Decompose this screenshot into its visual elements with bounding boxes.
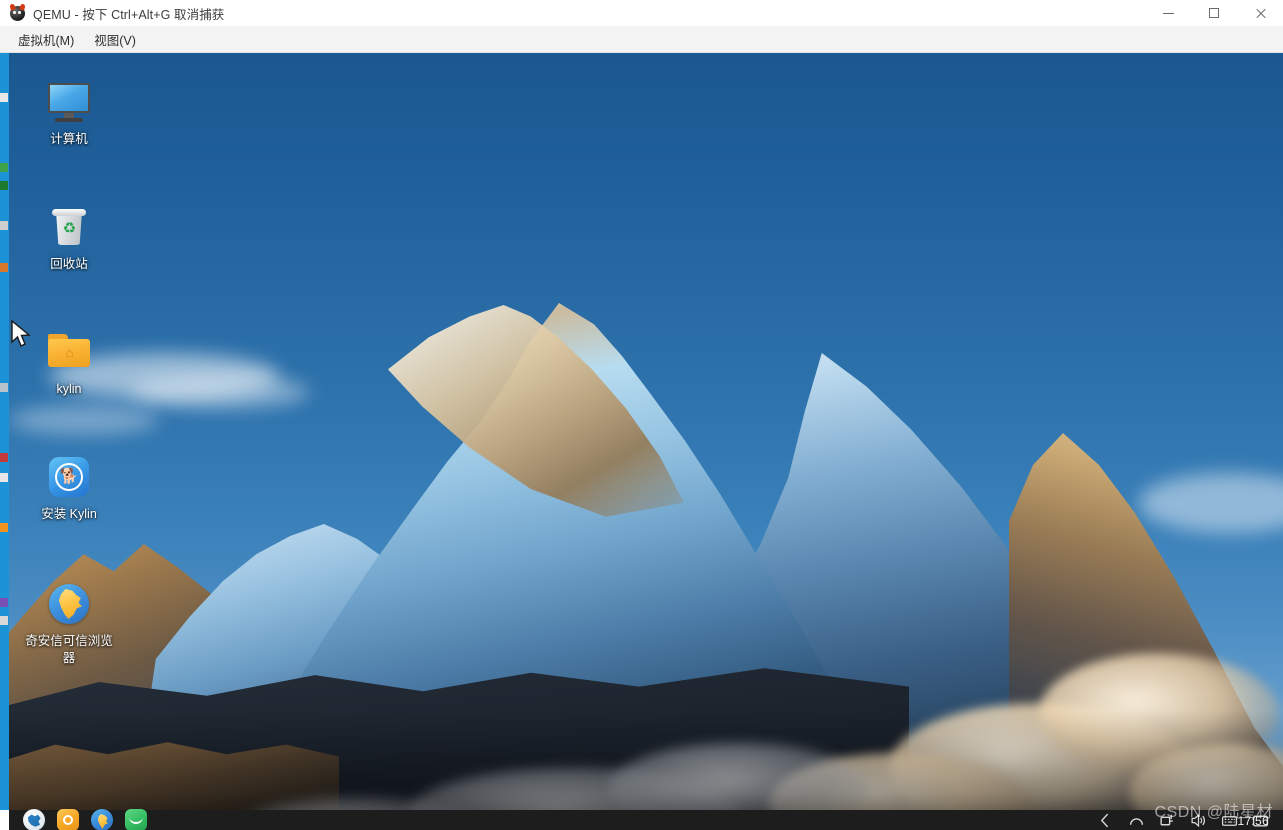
recycle-bin-icon: ♻ bbox=[45, 203, 93, 251]
taskbar-app-globe-browser[interactable] bbox=[23, 809, 45, 830]
guest-taskbar: 17:56 bbox=[9, 809, 1283, 830]
minimize-icon bbox=[1162, 12, 1174, 14]
desktop-wallpaper bbox=[9, 53, 1283, 830]
close-icon bbox=[1255, 8, 1266, 19]
sliver-icon bbox=[0, 473, 8, 482]
taskbar-app-settings[interactable] bbox=[57, 809, 79, 830]
monitor-base-part bbox=[55, 118, 83, 122]
close-button[interactable] bbox=[1237, 0, 1283, 26]
monitor-screen-part bbox=[48, 83, 90, 113]
home-folder-icon: ⌂ bbox=[45, 328, 93, 376]
window-title: QEMU - 按下 Ctrl+Alt+G 取消捕获 bbox=[33, 7, 225, 22]
qemu-logo-icon bbox=[10, 5, 25, 21]
taskbar-app-mail[interactable] bbox=[125, 809, 147, 830]
sliver-icon bbox=[0, 383, 8, 392]
sliver-icon bbox=[0, 616, 8, 625]
arrow-cursor-icon bbox=[11, 320, 31, 347]
desktop-icon-label: 奇安信可信浏览器 bbox=[25, 634, 113, 665]
desktop-icon-kylin-home[interactable]: ⌂ kylin bbox=[23, 328, 115, 398]
desktop-icon-qax-browser[interactable]: 奇安信可信浏览器 bbox=[23, 580, 115, 666]
keyboard-icon[interactable] bbox=[1221, 812, 1238, 829]
background-window-sliver[interactable] bbox=[0, 53, 9, 810]
titlebar-left-group: QEMU - 按下 Ctrl+Alt+G 取消捕获 bbox=[0, 4, 224, 23]
desktop-icon-label: kylin bbox=[56, 382, 82, 396]
desktop-icon-grid: 计算机 ♻ 回收站 ⌂ kylin 🐕 安装 Kylin 奇安信可信浏览器 bbox=[9, 53, 159, 813]
sliver-icon bbox=[0, 598, 8, 607]
sliver-icon bbox=[0, 263, 8, 272]
desktop-icon-label: 安装 Kylin bbox=[41, 507, 97, 521]
mouse-cursor bbox=[11, 320, 31, 347]
minimize-button[interactable] bbox=[1145, 0, 1191, 26]
taskbar-app-qax-browser[interactable] bbox=[91, 809, 113, 830]
qemu-logo-eyes-icon bbox=[13, 10, 16, 14]
desktop-icon-computer[interactable]: 计算机 bbox=[23, 78, 115, 148]
sliver-icon bbox=[0, 93, 8, 102]
maximize-icon bbox=[1209, 8, 1219, 18]
search-circle-icon[interactable] bbox=[1128, 812, 1145, 829]
sliver-icon bbox=[0, 221, 8, 230]
house-glyph-icon: ⌂ bbox=[65, 345, 74, 360]
desktop-icon-install-kylin[interactable]: 🐕 安装 Kylin bbox=[23, 453, 115, 523]
volume-icon[interactable] bbox=[1190, 812, 1207, 829]
maximize-button[interactable] bbox=[1191, 0, 1237, 26]
menu-bar: 虚拟机(M) 视图(V) bbox=[0, 26, 1283, 53]
menu-view[interactable]: 视图(V) bbox=[86, 26, 144, 53]
window-titlebar: QEMU - 按下 Ctrl+Alt+G 取消捕获 bbox=[0, 0, 1283, 26]
chevron-left-icon[interactable] bbox=[1097, 812, 1114, 829]
sliver-icon bbox=[0, 453, 8, 462]
desktop-icon-recycle-bin[interactable]: ♻ 回收站 bbox=[23, 203, 115, 273]
bin-lid-part bbox=[52, 209, 86, 216]
settings-gear-icon bbox=[63, 815, 73, 825]
install-kylin-icon: 🐕 bbox=[45, 453, 93, 501]
sliver-icon bbox=[0, 523, 8, 532]
sliver-icon bbox=[0, 181, 8, 190]
desktop-icon-label: 回收站 bbox=[50, 257, 88, 271]
window-controls bbox=[1145, 0, 1283, 26]
sliver-icon bbox=[0, 163, 8, 172]
recycle-symbol-icon: ♻ bbox=[62, 220, 77, 237]
power-plug-icon[interactable] bbox=[1159, 812, 1176, 829]
desktop-icon-label: 计算机 bbox=[50, 132, 88, 146]
taskbar-clock[interactable]: 17:56 bbox=[1237, 814, 1269, 828]
vm-display-viewport[interactable]: 计算机 ♻ 回收站 ⌂ kylin 🐕 安装 Kylin 奇安信可信浏览器 17… bbox=[9, 53, 1283, 830]
qax-browser-icon bbox=[45, 580, 93, 628]
qemu-host-window: QEMU - 按下 Ctrl+Alt+G 取消捕获 虚拟机(M) 视图(V) 计… bbox=[0, 0, 1283, 830]
kylin-creature-glyph-icon: 🐕 bbox=[59, 468, 79, 485]
taskbar-app-group bbox=[9, 809, 147, 830]
menu-virtual-machine[interactable]: 虚拟机(M) bbox=[10, 26, 82, 53]
computer-monitor-icon bbox=[45, 78, 93, 126]
